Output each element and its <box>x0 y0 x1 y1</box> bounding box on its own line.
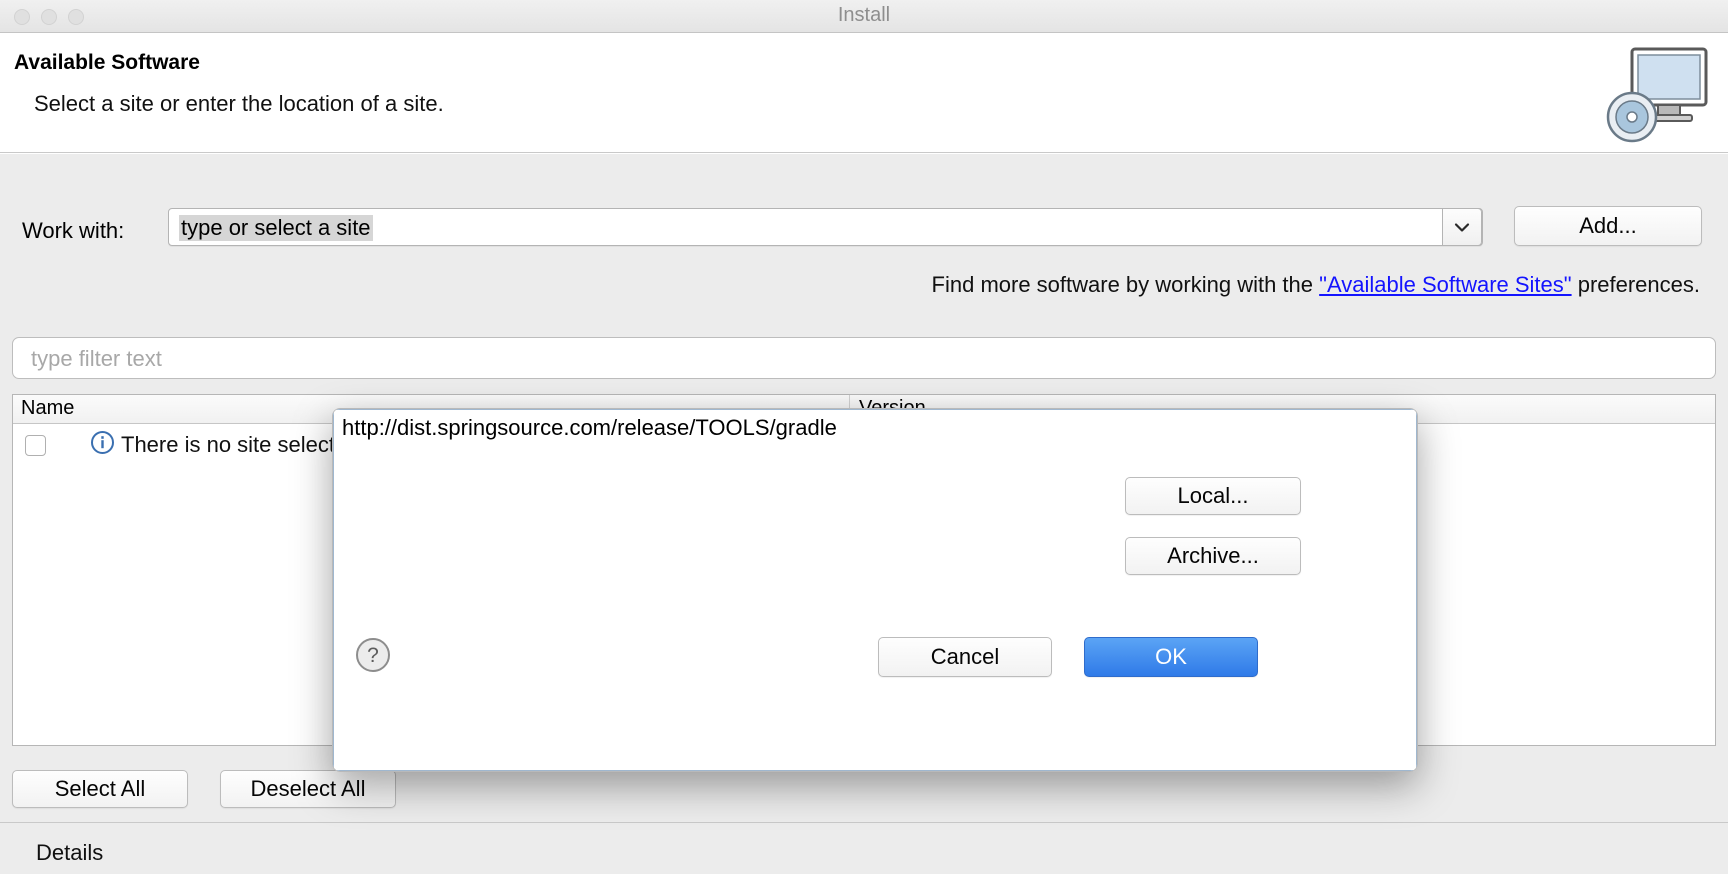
chevron-down-icon[interactable] <box>1442 208 1482 246</box>
ok-button[interactable]: OK <box>1084 637 1258 677</box>
available-software-sites-link[interactable]: "Available Software Sites" <box>1319 272 1571 297</box>
location-input[interactable]: http://dist.springsource.com/release/TOO… <box>333 409 1417 771</box>
find-more-software-text: Find more software by working with the "… <box>0 272 1700 298</box>
computer-with-disc-icon <box>1602 45 1710 145</box>
deselect-all-button[interactable]: Deselect All <box>220 770 396 808</box>
page-header: Available Software Select a site or ente… <box>0 33 1728 153</box>
work-with-label: Work with: <box>22 218 125 243</box>
details-separator <box>0 822 1728 823</box>
filter-input[interactable]: type filter text <box>12 337 1716 379</box>
work-with-combo[interactable]: type or select a site <box>168 208 1483 246</box>
window-titlebar: Install <box>0 0 1728 33</box>
page-title: Available Software <box>14 51 200 74</box>
row-label: There is no site selected. <box>121 432 366 457</box>
find-more-suffix: preferences. <box>1571 272 1700 297</box>
archive-button[interactable]: Archive... <box>1125 537 1301 575</box>
details-label: Details <box>36 840 104 865</box>
work-with-value: type or select a site <box>179 215 373 241</box>
filter-placeholder: type filter text <box>31 346 162 371</box>
add-button[interactable]: Add... <box>1514 206 1702 246</box>
window-title: Install <box>837 4 891 26</box>
location-input-inner: http://dist.springsource.com/release/TOO… <box>333 409 1417 771</box>
row-checkbox[interactable] <box>25 434 46 456</box>
page-subtitle: Select a site or enter the location of a… <box>34 91 444 116</box>
install-dialog-window: Install Available Software Select a site… <box>0 0 1728 874</box>
find-more-prefix: Find more software by working with the <box>931 272 1320 297</box>
svg-text:?: ? <box>367 644 379 667</box>
location-value: http://dist.springsource.com/release/TOO… <box>342 415 837 440</box>
info-icon <box>90 430 115 460</box>
add-repository-dialog: Add Repository Name: Location: http://di… <box>332 408 1418 772</box>
cancel-button[interactable]: Cancel <box>878 637 1052 677</box>
question-mark-icon[interactable]: ? <box>353 635 393 675</box>
select-all-button[interactable]: Select All <box>12 770 188 808</box>
local-button[interactable]: Local... <box>1125 477 1301 515</box>
chevron-down-glyph <box>1454 222 1470 232</box>
column-header-name[interactable]: Name <box>21 397 74 420</box>
